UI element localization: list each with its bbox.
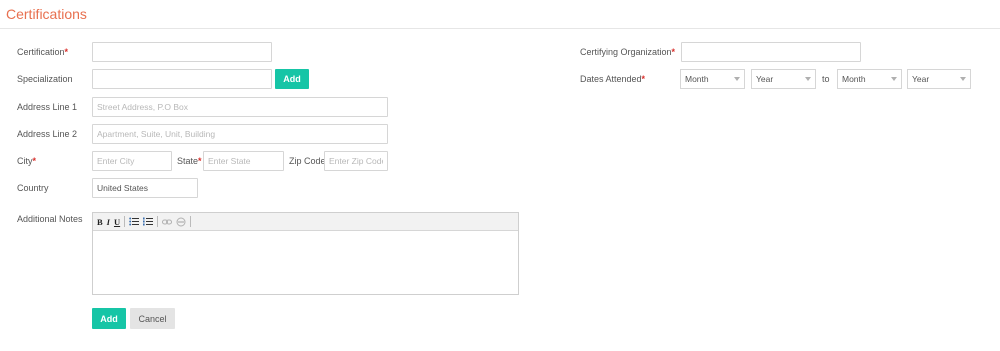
start-year-select[interactable]: Year	[751, 69, 816, 89]
end-month-value: Month	[842, 74, 866, 84]
toolbar-separator	[190, 216, 192, 227]
underline-button[interactable]: U	[114, 217, 120, 227]
zip-input[interactable]	[324, 151, 388, 171]
add-button[interactable]: Add	[92, 308, 126, 329]
title-divider	[0, 28, 1000, 29]
notes-label: Additional Notes	[17, 214, 83, 224]
address2-input[interactable]	[92, 124, 388, 144]
notes-editor-body[interactable]	[93, 231, 518, 294]
chevron-down-icon	[805, 77, 811, 81]
specialization-input[interactable]	[92, 69, 272, 89]
editor-toolbar: B I U	[93, 213, 518, 231]
dates-attended-label-text: Dates Attended	[580, 74, 642, 84]
toolbar-separator	[157, 216, 159, 227]
unlink-icon[interactable]	[176, 217, 186, 227]
start-year-value: Year	[756, 74, 774, 84]
state-label: State*	[177, 156, 202, 166]
bold-button[interactable]: B	[97, 217, 103, 227]
numbered-list-icon[interactable]	[143, 217, 154, 226]
address2-label: Address Line 2	[17, 129, 78, 139]
dates-attended-label: Dates Attended*	[580, 74, 645, 84]
bulleted-list-icon[interactable]	[129, 217, 140, 226]
page-title: Certifications	[6, 6, 87, 22]
certification-input[interactable]	[92, 42, 272, 62]
notes-editor: B I U	[92, 212, 519, 295]
required-mark: *	[64, 47, 69, 57]
chevron-down-icon	[891, 77, 897, 81]
chevron-down-icon	[734, 77, 740, 81]
state-input[interactable]	[203, 151, 284, 171]
specialization-label: Specialization	[17, 74, 73, 84]
italic-button[interactable]: I	[107, 217, 110, 227]
end-year-value: Year	[912, 74, 930, 84]
toolbar-separator	[124, 216, 126, 227]
country-input[interactable]	[92, 178, 198, 198]
link-icon[interactable]	[162, 218, 173, 226]
city-input[interactable]	[92, 151, 172, 171]
required-mark: *	[641, 74, 646, 84]
to-label: to	[822, 74, 830, 84]
add-specialization-button[interactable]: Add	[275, 69, 309, 89]
end-year-select[interactable]: Year	[907, 69, 971, 89]
start-month-value: Month	[685, 74, 709, 84]
certifying-org-label: Certifying Organization*	[580, 47, 675, 57]
required-mark: *	[198, 156, 202, 166]
required-mark: *	[671, 47, 676, 57]
cancel-button[interactable]: Cancel	[130, 308, 175, 329]
address1-input[interactable]	[92, 97, 388, 117]
certifying-org-input[interactable]	[681, 42, 861, 62]
city-label-text: City	[17, 156, 33, 166]
start-month-select[interactable]: Month	[680, 69, 745, 89]
chevron-down-icon	[960, 77, 966, 81]
certification-label: Certification*	[17, 47, 68, 57]
address1-label: Address Line 1	[17, 102, 78, 112]
certifying-org-label-text: Certifying Organization	[580, 47, 672, 57]
country-label: Country	[17, 183, 49, 193]
city-label: City*	[17, 156, 36, 166]
state-label-text: State	[177, 156, 199, 166]
end-month-select[interactable]: Month	[837, 69, 902, 89]
zip-label: Zip Code	[289, 156, 326, 166]
required-mark: *	[32, 156, 37, 166]
certification-label-text: Certification	[17, 47, 65, 57]
